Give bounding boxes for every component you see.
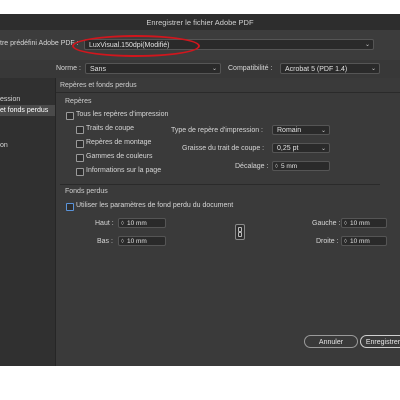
color-bars-checkbox[interactable] — [76, 154, 84, 162]
bleed-top-label: Haut : — [95, 220, 114, 227]
offset-label: Décalage : — [235, 163, 269, 170]
divider — [56, 92, 400, 93]
sidebar-item-output[interactable]: on — [0, 140, 55, 151]
highlight-oval — [72, 35, 200, 57]
standard-select[interactable]: Sans ⌄ — [85, 63, 221, 74]
compat-value: Acrobat 5 (PDF 1.4) — [285, 66, 348, 73]
stepper-icon[interactable]: ◊ — [275, 164, 278, 170]
stepper-icon[interactable]: ◊ — [344, 239, 347, 245]
preset-row: tre prédéfini Adobe PDF : LuxVisual.150d… — [0, 30, 400, 61]
preset-label: tre prédéfini Adobe PDF : — [0, 40, 79, 47]
standard-value: Sans — [90, 66, 106, 73]
dialog-title: Enregistrer le fichier Adobe PDF — [146, 18, 254, 27]
page-background — [0, 366, 400, 400]
bleed-right-label: Droite : — [316, 238, 339, 245]
marks-section-title: Repères — [65, 98, 92, 105]
sidebar-item-marks-bleeds[interactable]: et fonds perdus — [0, 105, 55, 116]
standard-row: Norme : Sans ⌄ Compatibilité : Acrobat 5… — [0, 60, 400, 79]
mark-type-value: Romain — [277, 127, 302, 134]
title-bar: Enregistrer le fichier Adobe PDF — [0, 14, 400, 31]
bleed-left-label: Gauche : — [312, 220, 341, 227]
stepper-icon[interactable]: ◊ — [121, 221, 124, 227]
all-marks-checkbox[interactable] — [66, 112, 74, 120]
link-chain-icon[interactable] — [235, 224, 245, 240]
sidebar-item-compression[interactable]: ession — [0, 94, 55, 105]
bleed-right-field[interactable]: ◊ 10 mm — [341, 236, 387, 246]
trim-weight-label: Graisse du trait de coupe : — [182, 145, 265, 152]
bleed-top-field[interactable]: ◊ 10 mm — [118, 218, 166, 228]
bleed-left-value: 10 mm — [349, 220, 370, 227]
bleed-bottom-value: 10 mm — [126, 238, 147, 245]
save-button[interactable]: Enregistrer — [360, 335, 400, 348]
all-marks-label: Tous les repères d'impression — [76, 111, 169, 118]
bleed-left-field[interactable]: ◊ 10 mm — [341, 218, 387, 228]
panel-title: Repères et fonds perdus — [60, 82, 137, 89]
bleed-top-value: 10 mm — [126, 220, 147, 227]
trim-weight-value: 0,25 pt — [277, 145, 299, 152]
sidebar: ession et fonds perdus on — [0, 78, 56, 366]
chevron-down-icon: ⌄ — [364, 42, 370, 48]
standard-label: Norme : — [56, 65, 81, 72]
mark-type-select[interactable]: Romain ⌄ — [272, 125, 330, 135]
bleed-bottom-label: Bas : — [97, 238, 113, 245]
crop-marks-checkbox[interactable] — [76, 126, 84, 134]
offset-field[interactable]: ◊ 5 mm — [272, 161, 330, 171]
stepper-icon[interactable]: ◊ — [121, 239, 124, 245]
registration-marks-label: Repères de montage — [86, 139, 152, 146]
bleed-right-value: 10 mm — [349, 238, 370, 245]
offset-value: 5 mm — [280, 163, 298, 170]
chevron-down-icon: ⌄ — [370, 66, 376, 72]
chevron-down-icon: ⌄ — [211, 66, 217, 72]
chevron-down-icon: ⌄ — [320, 146, 326, 152]
registration-marks-checkbox[interactable] — [76, 140, 84, 148]
use-doc-bleed-label: Utiliser les paramètres de fond perdu du… — [76, 202, 234, 209]
mark-type-label: Type de repère d'impression : — [171, 127, 263, 134]
crop-marks-label: Traits de coupe — [86, 125, 134, 132]
use-doc-bleed-checkbox[interactable] — [66, 203, 74, 211]
compat-select[interactable]: Acrobat 5 (PDF 1.4) ⌄ — [280, 63, 380, 74]
bleed-section-title: Fonds perdus — [65, 188, 108, 195]
page-info-label: Informations sur la page — [86, 167, 162, 174]
color-bars-label: Gammes de couleurs — [86, 153, 153, 160]
stepper-icon[interactable]: ◊ — [344, 221, 347, 227]
chevron-down-icon: ⌄ — [320, 128, 326, 134]
divider — [60, 184, 380, 185]
bleed-bottom-field[interactable]: ◊ 10 mm — [118, 236, 166, 246]
trim-weight-select[interactable]: 0,25 pt ⌄ — [272, 143, 330, 153]
cancel-button[interactable]: Annuler — [304, 335, 358, 348]
page-info-checkbox[interactable] — [76, 168, 84, 176]
compat-label: Compatibilité : — [228, 65, 273, 72]
